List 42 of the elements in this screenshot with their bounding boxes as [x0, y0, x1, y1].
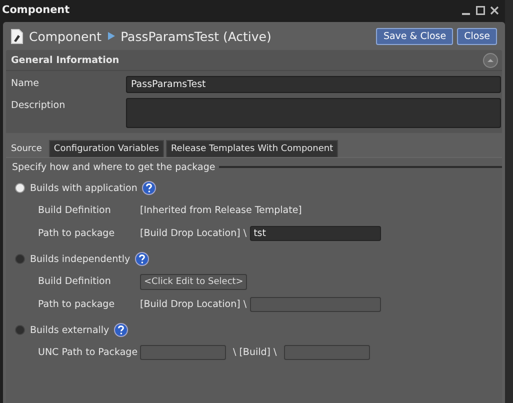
breadcrumb-item: Component [29, 28, 102, 44]
select-button[interactable]: <Click Edit to Select> [140, 274, 248, 290]
radio-button[interactable] [15, 325, 25, 335]
close-icon[interactable] [490, 6, 499, 14]
help-icon[interactable] [114, 323, 128, 337]
field-label: UNC Path to Package [37, 347, 139, 358]
package-path-field[interactable] [284, 345, 370, 360]
collapse-icon[interactable] [483, 52, 498, 68]
section-title: General Information [11, 54, 120, 66]
field-label: Description [11, 99, 66, 111]
name-field[interactable]: PassParamsTest [126, 76, 501, 93]
path-field[interactable] [250, 297, 381, 312]
field-label: Path to package [37, 228, 116, 239]
option-label: Builds with application [30, 182, 138, 194]
field-label: Path to package [37, 299, 116, 310]
group-legend: Specify how and where to get the package [12, 162, 216, 172]
field-value: [Inherited from Release Template] [140, 205, 302, 216]
radio-button[interactable] [15, 254, 25, 264]
help-icon[interactable] [142, 181, 156, 195]
maximize-icon[interactable] [476, 6, 485, 14]
option-label: Builds externally [30, 324, 110, 336]
description-field[interactable] [126, 98, 501, 128]
path-separator: \ [Build] \ [233, 347, 277, 358]
path-field[interactable]: tst [250, 226, 381, 241]
field-label: Name [11, 77, 40, 89]
unc-path-field[interactable] [140, 345, 226, 360]
breadcrumb-arrow-icon [108, 32, 115, 40]
document-icon [11, 28, 23, 44]
option-label: Builds independently [30, 254, 130, 264]
radio-button[interactable] [15, 183, 25, 193]
field-label: Build Definition [37, 276, 112, 287]
breadcrumb-item: PassParamsTest (Active) [120, 28, 272, 44]
field-label: Build Definition [37, 205, 112, 216]
path-prefix: [Build Drop Location] \ [140, 228, 247, 239]
header-button[interactable]: Save & Close [376, 28, 454, 44]
tab[interactable]: Configuration Variables [48, 140, 164, 157]
window-title: Component [2, 4, 70, 16]
section-header[interactable]: General Information [6, 50, 502, 70]
path-prefix: [Build Drop Location] \ [140, 299, 247, 310]
help-icon[interactable] [135, 252, 150, 266]
tab[interactable]: Release Templates With Component [166, 140, 338, 157]
header-button[interactable]: Close [457, 28, 497, 44]
